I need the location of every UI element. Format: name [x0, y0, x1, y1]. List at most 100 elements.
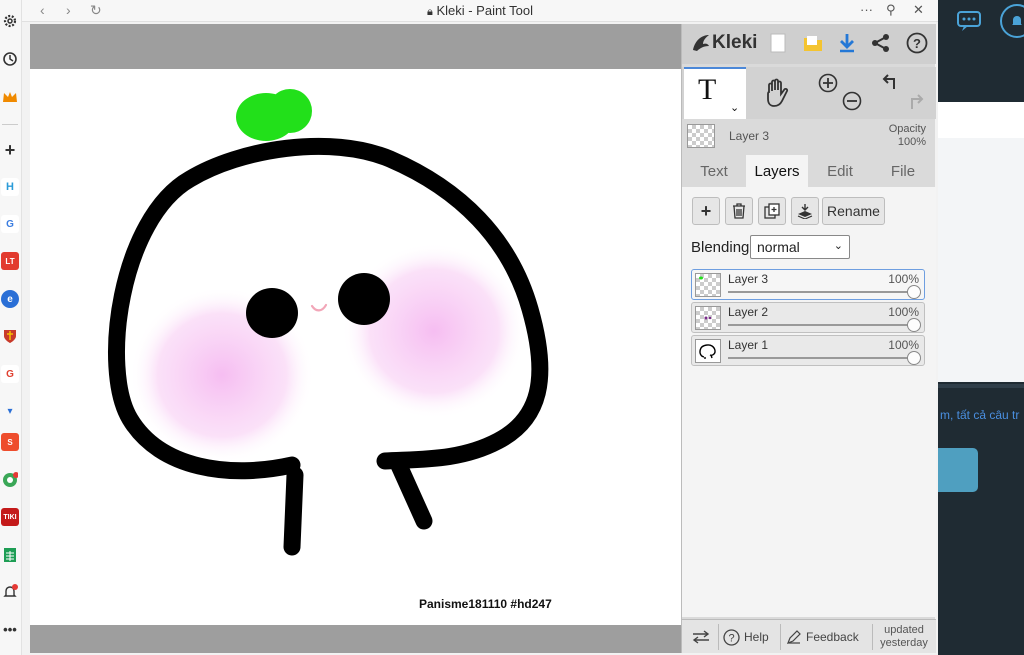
background-divider: [938, 384, 1024, 388]
slider-knob[interactable]: [907, 351, 921, 365]
layer-name: Layer 3: [728, 272, 769, 286]
svg-text:?: ?: [728, 632, 734, 644]
new-file-icon[interactable]: [765, 30, 791, 56]
canvas-area[interactable]: Panisme181110 #hd247: [30, 24, 681, 653]
window-title-text: Kleki - Paint Tool: [436, 3, 534, 18]
download-app-icon[interactable]: ▾: [1, 402, 19, 420]
layer-opacity-slider[interactable]: [728, 324, 912, 326]
delete-layer-button[interactable]: [725, 197, 753, 225]
updated-status: updated yesterday: [874, 620, 934, 654]
updated-line-1: updated: [884, 624, 924, 636]
svg-text:?: ?: [913, 36, 921, 51]
pin-icon[interactable]: ⚲: [886, 2, 896, 18]
text-tool-button[interactable]: T ⌄: [684, 67, 746, 119]
download-icon[interactable]: [834, 30, 860, 56]
open-folder-icon[interactable]: [800, 30, 826, 56]
slider-knob[interactable]: [907, 285, 921, 299]
zoom-in-icon[interactable]: [818, 73, 838, 98]
sidebar-divider: [2, 124, 18, 125]
layer-opacity-slider[interactable]: [728, 357, 912, 359]
chevron-down-icon[interactable]: ⌄: [730, 101, 739, 114]
feedback-link[interactable]: Feedback: [787, 620, 859, 654]
google-icon-2[interactable]: G: [1, 365, 19, 383]
help-link[interactable]: ? Help: [723, 620, 769, 654]
duplicate-layer-button[interactable]: [758, 197, 786, 225]
left-eye: [246, 288, 298, 338]
drawing-canvas[interactable]: Panisme181110 #hd247: [30, 69, 681, 625]
kleki-header: Kleki ?: [682, 24, 936, 64]
left-leg: [283, 466, 304, 556]
redo-icon[interactable]: [906, 93, 924, 116]
zoom-out-icon[interactable]: [842, 91, 862, 116]
plus-icon: +: [700, 200, 712, 221]
merge-down-icon: [797, 204, 813, 219]
chat-icon[interactable]: [956, 10, 982, 37]
share-icon[interactable]: [868, 30, 894, 56]
right-eye: [338, 273, 390, 325]
lt-app-icon[interactable]: LT: [1, 252, 19, 270]
updated-line-2: yesterday: [880, 637, 928, 649]
crown-icon[interactable]: [1, 88, 19, 106]
divider: [718, 624, 719, 650]
blending-value: normal: [757, 239, 800, 255]
artist-signature: Panisme181110 #hd247: [419, 597, 552, 611]
opacity-label: Opacity: [888, 123, 926, 135]
undo-icon[interactable]: [882, 73, 900, 96]
more-menu-icon[interactable]: ···: [860, 2, 873, 17]
hand-tool-button[interactable]: [760, 67, 794, 119]
rename-layer-button[interactable]: Rename: [822, 197, 885, 225]
tab-text[interactable]: Text: [684, 155, 744, 187]
help-icon[interactable]: ?: [904, 30, 930, 56]
help-label: Help: [744, 630, 769, 644]
bell-icon[interactable]: [1, 583, 19, 601]
notification-bell-icon[interactable]: [1000, 4, 1024, 38]
opacity-value: 100%: [897, 136, 926, 148]
layer-opacity-slider[interactable]: [728, 291, 912, 293]
kleki-logo-icon: [690, 32, 712, 59]
tab-edit[interactable]: Edit: [810, 155, 870, 187]
google-icon[interactable]: G: [1, 215, 19, 233]
swap-sides-icon[interactable]: [692, 620, 710, 654]
layer-name: Layer 2: [728, 305, 769, 319]
settings-icon[interactable]: [1, 12, 19, 30]
current-layer-thumb: [687, 124, 715, 148]
tab-file[interactable]: File: [872, 155, 934, 187]
merge-layer-button[interactable]: [791, 197, 819, 225]
chevron-down-icon: ⌄: [833, 240, 843, 252]
title-bar: ‹ › ↻ 🔒︎ Kleki - Paint Tool ··· ⚲ ✕: [22, 0, 938, 22]
slider-knob[interactable]: [907, 318, 921, 332]
window-title: 🔒︎ Kleki - Paint Tool: [22, 3, 938, 19]
more-icon[interactable]: •••: [1, 620, 19, 638]
lock-icon: 🔒︎: [426, 6, 433, 18]
mouth: [310, 303, 328, 312]
layer-row-layer-3[interactable]: Layer 3 100%: [691, 269, 925, 300]
right-leg: [388, 452, 433, 530]
feedback-label: Feedback: [806, 630, 859, 644]
text-tool-icon: T: [698, 73, 717, 106]
layers-tab-content: + Rename Blending normal ⌄ Layer 3 100%: [682, 187, 936, 617]
opacity-display[interactable]: Opacity 100%: [889, 123, 926, 149]
sheets-app-icon[interactable]: [1, 546, 19, 564]
background-white-bar: [938, 102, 1024, 138]
chrome-icon[interactable]: [1, 471, 19, 489]
background-text-snippet[interactable]: m, tất cả câu tr: [940, 408, 1019, 422]
tiki-app-icon[interactable]: TIKI: [1, 508, 19, 526]
layer-opacity: 100%: [888, 305, 919, 319]
layer-row-layer-2[interactable]: Layer 2 100%: [691, 302, 925, 333]
close-icon[interactable]: ✕: [913, 2, 924, 18]
current-layer-name: Layer 3: [729, 129, 770, 143]
right-blush: [342, 243, 526, 419]
h-app-icon[interactable]: H: [1, 178, 19, 196]
background-button[interactable]: [938, 448, 978, 492]
divider: [780, 624, 781, 650]
shield-app-icon[interactable]: [1, 327, 19, 345]
tab-layers[interactable]: Layers: [746, 155, 808, 187]
add-layer-button[interactable]: +: [692, 197, 720, 225]
history-icon[interactable]: [1, 50, 19, 68]
layer-opacity: 100%: [888, 272, 919, 286]
layer-row-layer-1[interactable]: Layer 1 100%: [691, 335, 925, 366]
edge-app-icon[interactable]: e: [1, 290, 19, 308]
add-icon[interactable]: +: [1, 140, 19, 160]
blending-select[interactable]: normal ⌄: [750, 235, 850, 259]
shopee-app-icon[interactable]: S: [1, 433, 19, 451]
